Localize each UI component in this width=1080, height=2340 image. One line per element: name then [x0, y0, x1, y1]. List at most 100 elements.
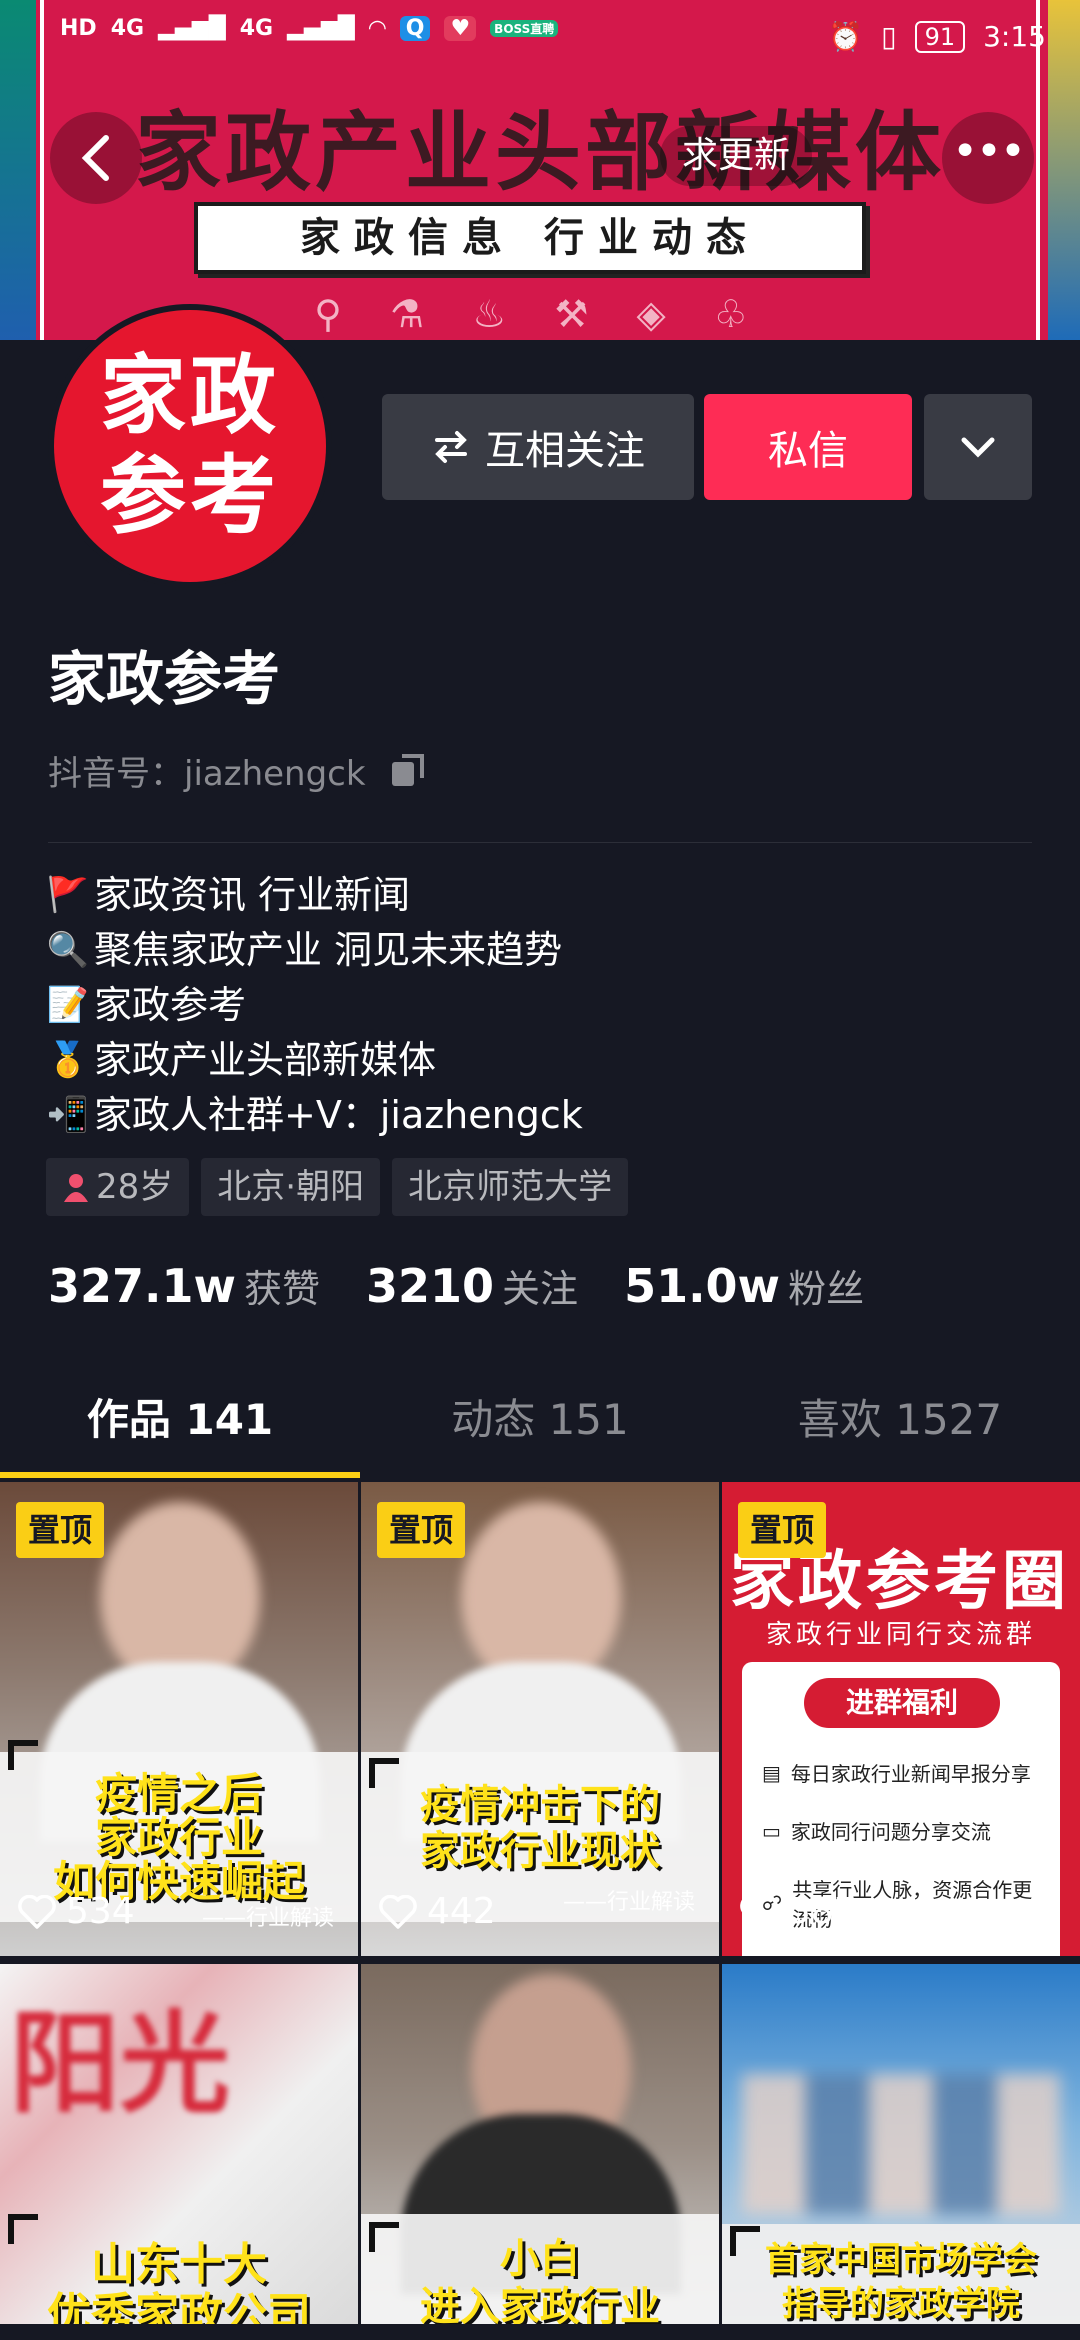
pinned-badge: 置顶 [16, 1502, 105, 1558]
swap-arrows-icon [435, 431, 467, 463]
following-stat[interactable]: 3210 关注 [366, 1258, 578, 1313]
heart-monitor-icon: ♥ [444, 16, 477, 41]
like-count-value: 442 [427, 1891, 496, 1932]
document-icon: ▤ [762, 1760, 781, 1785]
cover-line: 指导的家政学院 [782, 2284, 1020, 2324]
tab-likes[interactable]: 喜欢 1527 [720, 1380, 1080, 1480]
signal-label-2: 4G [239, 16, 274, 41]
avatar[interactable]: 家政 参考 [48, 304, 332, 588]
followers-label: 粉丝 [788, 1267, 865, 1311]
clock: 3:15 [983, 20, 1046, 53]
cover-logo-text: 阳光 [10, 2000, 230, 2128]
status-right: ⏰ ▯ 91 3:15 [828, 20, 1046, 53]
followers-count: 51.0w [624, 1259, 781, 1313]
video-thumbnail[interactable]: 家政参考圈 家政行业同行交流群 进群福利 ▤ 每日家政行业新闻早报分享 ▭ 家政… [722, 1482, 1080, 1956]
bio-line: 📝 家政参考 [46, 978, 583, 1033]
video-thumbnail[interactable]: 疫情冲击下的 家政行业现状 ——行业解读 置顶 442 [361, 1482, 719, 1956]
vibrate-icon: ▯ [881, 20, 897, 53]
copy-icon[interactable] [388, 750, 430, 792]
active-tab-indicator [0, 1472, 360, 1478]
tab-activity[interactable]: 动态 151 [360, 1380, 720, 1480]
divider [48, 842, 1032, 843]
chevron-left-icon [81, 135, 109, 181]
app-icon: Q [399, 16, 431, 41]
tab-works[interactable]: 作品 141 [0, 1380, 360, 1480]
bio-text: 聚焦家政产业 洞见未来趋势 [94, 928, 563, 972]
chevron-down-icon [961, 437, 995, 458]
banner-subtitle: 家政信息 行业动态 [194, 202, 866, 274]
heart-outline-icon [18, 1894, 56, 1929]
video-thumbnail[interactable]: 首家中国市场学会 指导的家政学院 [722, 1964, 1080, 2324]
location-tag: 北京·朝阳 [201, 1158, 381, 1216]
back-button[interactable] [50, 112, 142, 204]
douyin-id: 抖音号：jiazhengck [48, 754, 366, 794]
bio: 🚩 家政资讯 行业新闻 🔍 聚焦家政产业 洞见未来趋势 📝 家政参考 🥇 家政产… [46, 868, 583, 1143]
pinned-badge: 置顶 [738, 1502, 827, 1558]
cover-row: ▭ 家政同行问题分享交流 [762, 1816, 1050, 1845]
more-icon: ••• [952, 126, 1026, 177]
likes-label: 获赞 [244, 1267, 321, 1311]
like-count: 587 [740, 1891, 857, 1932]
cover-caption: ——行业解读 [201, 1906, 334, 1931]
cover-line: 进入家政行业 [420, 2284, 660, 2324]
bio-text: 家政产业头部新媒体 [94, 1038, 437, 1082]
female-user-icon [64, 1174, 88, 1202]
video-thumbnail[interactable]: 小白 进入家政行业 [361, 1964, 719, 2324]
banner-title: 家政产业头部新媒体 [135, 103, 945, 203]
video-thumbnail[interactable]: 疫情之后 家政行业 如何快速崛起 ——行业解读 置顶 534 [0, 1482, 358, 1956]
profile-tags: 28岁 北京·朝阳 北京师范大学 [46, 1158, 629, 1216]
cover-pill: 进群福利 [804, 1678, 1000, 1728]
bio-line: 🚩 家政资讯 行业新闻 [46, 868, 583, 923]
following-label: 关注 [502, 1267, 579, 1311]
like-count-value: 534 [66, 1891, 135, 1932]
followers-stat[interactable]: 51.0w 粉丝 [624, 1258, 864, 1313]
video-thumbnail[interactable]: 阳光 山东十大 优秀家政公司 [0, 1964, 358, 2324]
video-grid: 疫情之后 家政行业 如何快速崛起 ——行业解读 置顶 534 疫情冲击下的 家政… [0, 1482, 1080, 2324]
recommend-dropdown-button[interactable] [924, 394, 1032, 500]
message-button[interactable]: 私信 [704, 394, 912, 500]
like-count: 442 [379, 1891, 496, 1932]
alarm-icon: ⏰ [828, 20, 864, 53]
message-label: 私信 [768, 428, 848, 474]
mutual-follow-button[interactable]: 互相关注 [382, 394, 694, 500]
status-bar: HD 4G ▂▄▆█ 4G ▂▄▆█ ◠ Q ♥ BOSS直聘 ⏰ ▯ 91 3… [0, 0, 1080, 80]
following-count: 3210 [366, 1259, 495, 1313]
cover-row: ▤ 每日家政行业新闻早报分享 [762, 1758, 1050, 1787]
cover-row-text: 家政同行问题分享交流 [790, 1820, 991, 1844]
cover-row-text: 每日家政行业新闻早报分享 [790, 1762, 1031, 1786]
boss-app-icon: BOSS直聘 [490, 20, 559, 37]
avatar-logo: 家政 参考 [54, 310, 326, 582]
pinned-badge: 置顶 [377, 1502, 466, 1558]
wifi-icon: ◠ [368, 16, 386, 41]
like-count: 534 [18, 1891, 135, 1932]
magnifier-icon: 🔍 [46, 930, 90, 970]
more-options-button[interactable]: ••• [942, 112, 1034, 204]
battery-indicator: 91 [914, 20, 966, 53]
bio-line: 🔍 聚焦家政产业 洞见未来趋势 [46, 923, 583, 978]
douyin-id-row: 抖音号：jiazhengck [48, 746, 430, 795]
bio-text: 家政资讯 行业新闻 [94, 873, 411, 917]
nickname: 家政参考 [48, 645, 281, 713]
like-count-value: 587 [788, 1891, 857, 1932]
chat-icon: ▭ [762, 1818, 781, 1843]
signal-icon: ▂▄▆█ [158, 16, 226, 41]
heart-outline-icon [379, 1894, 417, 1929]
hd-badge: HD [60, 16, 97, 41]
cover-line: 优秀家政公司 [47, 2289, 311, 2324]
status-left: HD 4G ▂▄▆█ 4G ▂▄▆█ ◠ Q ♥ BOSS直聘 [60, 16, 559, 41]
phone-arrow-icon: 📲 [46, 1095, 90, 1135]
likes-count: 327.1w [48, 1259, 236, 1313]
bio-line: 🥇 家政产业头部新媒体 [46, 1033, 583, 1088]
flag-icon: 🚩 [46, 875, 90, 915]
medal-icon: 🥇 [46, 1040, 90, 1080]
likes-stat: 327.1w 获赞 [48, 1258, 320, 1313]
cover-line: 首家中国市场学会 [765, 2240, 1037, 2280]
cover-people [742, 2074, 1060, 2214]
cover-line: 家政行业现状 [420, 1828, 660, 1874]
signal-icon-2: ▂▄▆█ [287, 16, 355, 41]
memo-icon: 📝 [46, 985, 90, 1025]
cover-caption: ——行业解读 [562, 1890, 695, 1915]
bio-text: 家政参考 [94, 983, 247, 1027]
signal-label: 4G [110, 16, 145, 41]
request-update-button[interactable]: 求更新 [660, 126, 813, 186]
